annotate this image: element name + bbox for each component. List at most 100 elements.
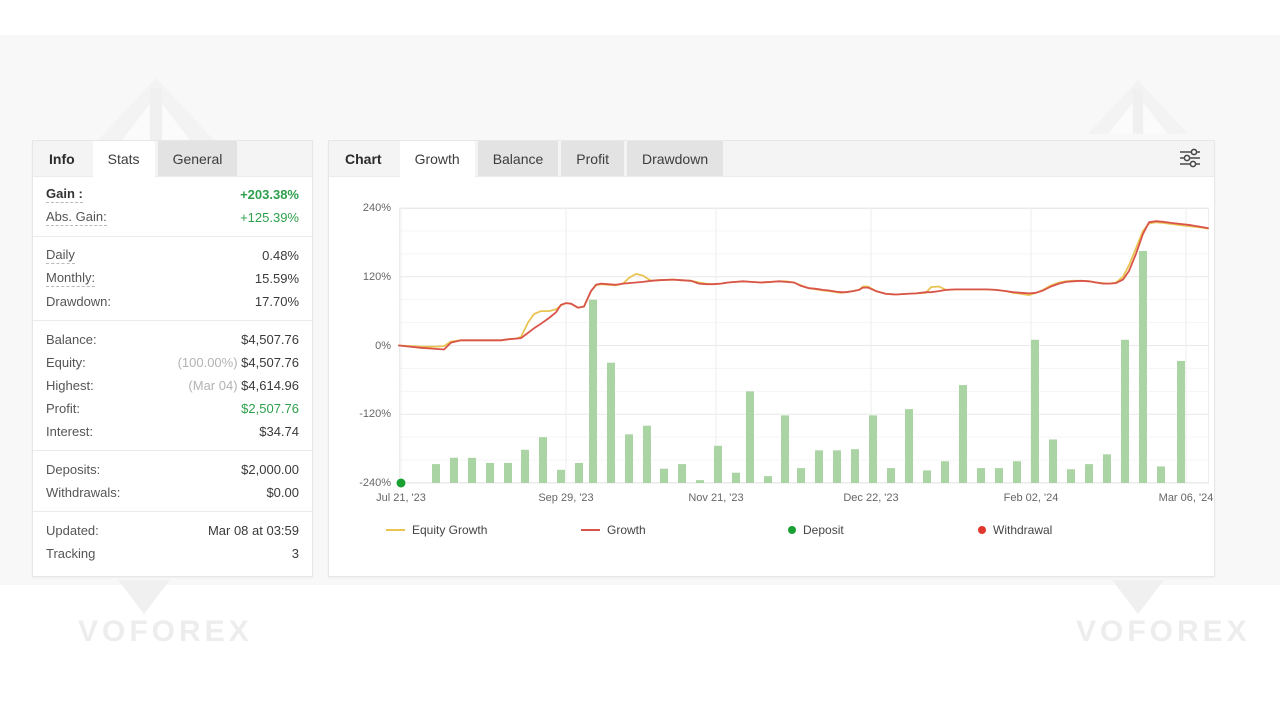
group-divider (33, 320, 312, 321)
chart-settings-button[interactable] (1176, 146, 1204, 172)
stat-label: Highest: (46, 378, 94, 393)
stat-label: Interest: (46, 424, 93, 439)
stat-label[interactable]: Gain : (46, 186, 83, 203)
profit-bar (1139, 251, 1147, 483)
x-axis-label: Sep 29, '23 (518, 492, 614, 504)
profit-bar (869, 415, 877, 483)
chart-tab-growth[interactable]: Growth (400, 141, 475, 177)
stats-body: Gain :+203.38%Abs. Gain:+125.39% Daily 0.4… (33, 177, 312, 573)
chart-tab-balance[interactable]: Balance (478, 141, 559, 176)
stat-value: 0.48% (262, 248, 299, 263)
profit-bar (851, 449, 859, 483)
stats-tab-stats[interactable]: Stats (93, 141, 155, 177)
profit-bar (504, 463, 512, 483)
legend-item-deposit: Deposit (788, 523, 844, 537)
profit-bar (539, 437, 547, 483)
plot-area (399, 208, 1209, 484)
profit-bar (643, 426, 651, 483)
stat-value: 3 (292, 546, 299, 561)
stat-row: Abs. Gain:+125.39% (33, 206, 312, 229)
profit-bar (1157, 466, 1165, 483)
stat-row: Balance: $4,507.76 (33, 328, 312, 351)
stat-row: Equity:(100.00%) $4,507.76 (33, 351, 312, 374)
profit-bar (468, 458, 476, 483)
stat-label: Tracking (46, 546, 95, 561)
y-axis-label: 240% (339, 202, 391, 214)
stat-value: $4,507.76 (241, 332, 299, 347)
stats-tabs: StatsGeneral (93, 141, 241, 176)
profit-bar (887, 468, 895, 483)
stat-value: 15.59% (255, 271, 299, 286)
stat-row: Monthly: 15.59% (33, 267, 312, 290)
stat-value: 17.70% (255, 294, 299, 309)
stat-value: (Mar 04) $4,614.96 (188, 378, 299, 393)
stat-label[interactable]: Abs. Gain: (46, 209, 107, 226)
chart-tab-profit[interactable]: Profit (561, 141, 624, 176)
stat-label: Profit: (46, 401, 80, 416)
stat-row: Interest:$34.74 (33, 420, 312, 443)
legend-label: Growth (607, 523, 646, 537)
stat-value: $0.00 (266, 485, 299, 500)
watermark-text-right: VOFOREX (1076, 615, 1251, 649)
growth-chart: 240%120%0%-120%-240% Jul 21, '23Sep 29, … (329, 177, 1214, 576)
deposit-marker (396, 478, 406, 488)
profit-bar (959, 385, 967, 483)
stat-value-prefix: (Mar 04) (188, 378, 241, 393)
profit-bar (764, 476, 772, 483)
stat-value-prefix: (100.00%) (178, 355, 242, 370)
profit-bar (905, 409, 913, 483)
sliders-filter-icon (1179, 148, 1201, 168)
stat-row: Updated: Mar 08 at 03:59 (33, 519, 312, 542)
profit-bar (714, 446, 722, 483)
plot-svg (399, 208, 1209, 484)
legend-swatch (581, 529, 600, 531)
y-axis-label: 120% (339, 271, 391, 283)
profit-bar (575, 463, 583, 483)
profit-bar (1031, 340, 1039, 483)
x-axis-label: Jul 21, '23 (353, 492, 449, 504)
profit-bar (450, 458, 458, 483)
stat-row: Tracking 3 (33, 542, 312, 565)
x-axis-label: Mar 06, '24 (1138, 492, 1234, 504)
stat-row: Daily 0.48% (33, 244, 312, 267)
y-axis-label: -240% (339, 477, 391, 489)
profit-bar (625, 434, 633, 483)
chart-panel: Chart GrowthBalanceProfitDrawdown 240%12… (328, 140, 1215, 577)
stats-tab-general[interactable]: General (158, 141, 238, 176)
stat-row: Gain :+203.38% (33, 183, 312, 206)
stat-label: Deposits: (46, 462, 100, 477)
stat-row: Withdrawals:$0.00 (33, 481, 312, 504)
legend-label: Equity Growth (412, 523, 487, 537)
profit-bar (941, 461, 949, 483)
profit-bar (607, 363, 615, 483)
stat-row: Profit:$2,507.76 (33, 397, 312, 420)
profit-bar (486, 463, 494, 483)
stat-value: Mar 08 at 03:59 (208, 523, 299, 538)
profit-bar (432, 464, 440, 483)
profit-bar (589, 300, 597, 483)
stat-label: Updated: (46, 523, 99, 538)
profit-bar (797, 468, 805, 483)
legend-item-growth: Growth (581, 523, 646, 537)
profit-bar (557, 470, 565, 483)
stat-label: Balance: (46, 332, 97, 347)
group-divider (33, 450, 312, 451)
watermark-logo-bottom-left (118, 580, 170, 614)
y-axis-label: -120% (339, 408, 391, 420)
chart-tab-drawdown[interactable]: Drawdown (627, 141, 723, 176)
stat-label[interactable]: Monthly: (46, 270, 95, 287)
profit-bar (977, 468, 985, 483)
profit-bar (1013, 461, 1021, 483)
watermark-logo-top-left (98, 78, 214, 140)
stat-label: Equity: (46, 355, 86, 370)
profit-bar (923, 470, 931, 483)
profit-bar (995, 468, 1003, 483)
legend-item-equity-growth: Equity Growth (386, 523, 487, 537)
x-axis-label: Dec 22, '23 (823, 492, 919, 504)
profit-bar (678, 464, 686, 483)
x-axis-label: Feb 02, '24 (983, 492, 1079, 504)
legend-label: Deposit (803, 523, 844, 537)
legend: Equity GrowthGrowthDepositWithdrawal (329, 523, 1214, 543)
watermark-logo-bottom-right (1112, 580, 1164, 614)
stat-label[interactable]: Daily (46, 247, 75, 264)
